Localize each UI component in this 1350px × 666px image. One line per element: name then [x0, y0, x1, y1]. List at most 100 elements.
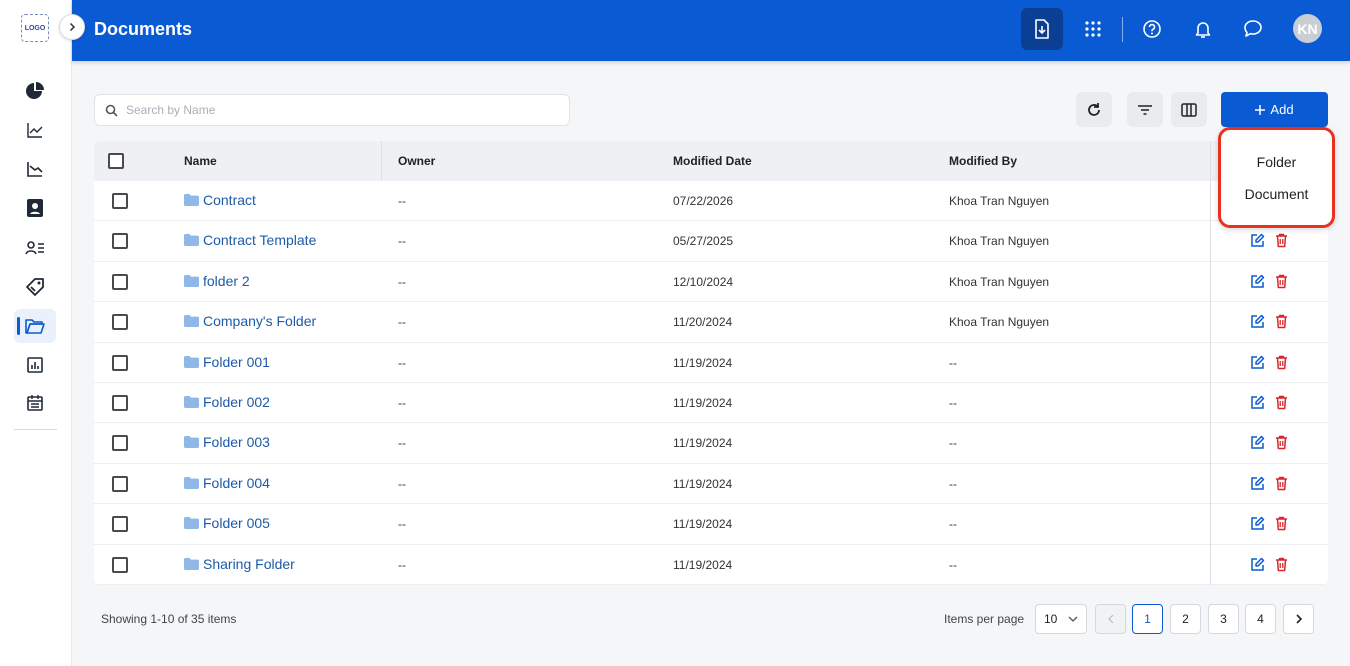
folder-name-link[interactable]: Contract Template [203, 232, 316, 248]
folder-name-link[interactable]: Company's Folder [203, 313, 316, 329]
notifications-button[interactable] [1182, 8, 1224, 50]
help-button[interactable] [1131, 8, 1173, 50]
modified-date-cell: 11/20/2024 [673, 315, 733, 330]
name-cell: Folder 002 [184, 394, 270, 410]
modified-date-cell: 11/19/2024 [673, 436, 733, 451]
download-document-icon [1035, 19, 1049, 39]
row-checkbox[interactable] [112, 435, 128, 452]
owner-cell: -- [398, 517, 406, 532]
table-row: Folder 004 -- 11/19/2024 -- [94, 464, 1328, 505]
page-button-2[interactable]: 2 [1170, 604, 1201, 634]
folder-icon [184, 557, 199, 570]
column-separator [381, 141, 382, 181]
documents-table: Name Owner Modified Date Modified By Con… [94, 141, 1328, 585]
row-checkbox[interactable] [112, 395, 128, 411]
row-checkbox[interactable] [112, 354, 128, 371]
folder-name-link[interactable]: Folder 003 [203, 434, 270, 450]
user-list-icon [25, 241, 44, 255]
download-document-button[interactable] [1021, 8, 1063, 50]
row-checkbox[interactable] [112, 314, 128, 331]
refresh-button[interactable] [1076, 92, 1112, 127]
items-per-page-select[interactable]: 10 [1035, 604, 1087, 634]
sidebar-item-documents[interactable] [14, 309, 56, 343]
plus-icon [1255, 104, 1266, 115]
modified-date-cell: 07/22/2026 [673, 194, 734, 208]
column-header-owner[interactable]: Owner [398, 154, 435, 168]
sidebar-item-calendar[interactable] [14, 386, 56, 420]
column-header-name[interactable]: Name [184, 154, 217, 168]
chevron-down-icon [1068, 616, 1078, 622]
modified-date-cell: 05/27/2025 [673, 234, 734, 249]
row-checkbox[interactable] [112, 516, 128, 533]
next-page-button[interactable] [1283, 604, 1314, 634]
line-chart-icon [27, 162, 43, 177]
contact-card-icon [27, 199, 43, 217]
folder-name-link[interactable]: Folder 002 [203, 394, 270, 410]
modified-by-cell: -- [949, 517, 957, 532]
sidebar-item-dashboard[interactable] [14, 74, 56, 108]
help-icon [1143, 20, 1161, 38]
showing-count: Showing 1-10 of 35 items [101, 612, 237, 626]
page-button-3[interactable]: 3 [1208, 604, 1239, 634]
sidebar-divider [14, 429, 57, 430]
filter-icon [1138, 104, 1152, 115]
apps-button[interactable] [1072, 8, 1114, 50]
modified-by-cell: Khoa Tran Nguyen [949, 194, 1050, 208]
page-title: Documents [94, 19, 193, 39]
modified-date-cell: 11/19/2024 [673, 396, 733, 410]
owner-cell: -- [398, 557, 406, 572]
owner-cell: -- [398, 274, 406, 289]
modified-by-cell: -- [949, 396, 957, 410]
folder-name-link[interactable]: Contract [203, 192, 256, 208]
row-checkbox[interactable] [112, 475, 128, 492]
column-header-modified-by[interactable]: Modified By [949, 154, 1017, 168]
user-avatar[interactable]: KN [1293, 14, 1322, 43]
row-checkbox[interactable] [112, 273, 128, 290]
table-row: Contract Template -- 05/27/2025 Khoa Tran N… [94, 221, 1328, 262]
items-per-page-value: 10 [1044, 612, 1058, 626]
name-cell: Contract [184, 192, 256, 208]
modified-date-cell: 12/10/2024 [673, 274, 734, 289]
modified-by-cell: -- [949, 557, 957, 572]
sidebar-item-deals[interactable] [14, 270, 56, 304]
add-button[interactable]: Add [1221, 92, 1328, 127]
bar-chart-icon [27, 357, 43, 373]
sidebar-item-reports[interactable] [14, 152, 56, 186]
folder-name-link[interactable]: Folder 004 [203, 475, 270, 491]
top-header: Documents KN [72, 0, 1350, 61]
column-header-modified-date[interactable]: Modified Date [673, 154, 752, 168]
search-icon [105, 104, 118, 117]
name-cell: folder 2 [184, 273, 250, 289]
prev-page-button[interactable] [1095, 604, 1126, 634]
folder-name-link[interactable]: Folder 005 [203, 515, 270, 531]
row-checkbox[interactable] [112, 556, 128, 573]
page-button-4[interactable]: 4 [1245, 604, 1276, 634]
modified-date-cell: 11/19/2024 [673, 355, 733, 370]
select-all-checkbox[interactable] [108, 153, 124, 169]
folder-name-link[interactable]: folder 2 [203, 273, 250, 289]
folder-name-link[interactable]: Folder 001 [203, 354, 270, 370]
modified-date-cell: 11/19/2024 [673, 517, 733, 532]
sidebar-item-contacts[interactable] [14, 191, 56, 225]
owner-cell: -- [398, 476, 406, 491]
chat-button[interactable] [1232, 8, 1274, 50]
sidebar-item-users[interactable] [14, 231, 56, 265]
sidebar-collapse-button[interactable] [59, 14, 85, 40]
sidebar-item-analytics[interactable] [14, 113, 56, 147]
page-button-1[interactable]: 1 [1132, 604, 1163, 634]
row-checkbox[interactable] [112, 193, 128, 209]
folder-icon [184, 476, 199, 489]
filter-button[interactable] [1127, 92, 1163, 127]
modified-by-cell: Khoa Tran Nguyen [949, 315, 1050, 330]
modified-date-cell: 11/19/2024 [673, 557, 733, 572]
table-row: Contract -- 07/22/2026 Khoa Tran Nguyen [94, 181, 1328, 222]
owner-cell: -- [398, 234, 406, 249]
search-input[interactable] [126, 103, 546, 117]
columns-button[interactable] [1171, 92, 1207, 127]
menu-item-document[interactable]: Document [1221, 186, 1332, 202]
menu-item-folder[interactable]: Folder [1221, 154, 1332, 170]
row-checkbox[interactable] [112, 233, 128, 250]
folder-name-link[interactable]: Sharing Folder [203, 556, 295, 572]
sidebar-item-statistics[interactable] [14, 348, 56, 382]
refresh-icon [1088, 102, 1100, 116]
